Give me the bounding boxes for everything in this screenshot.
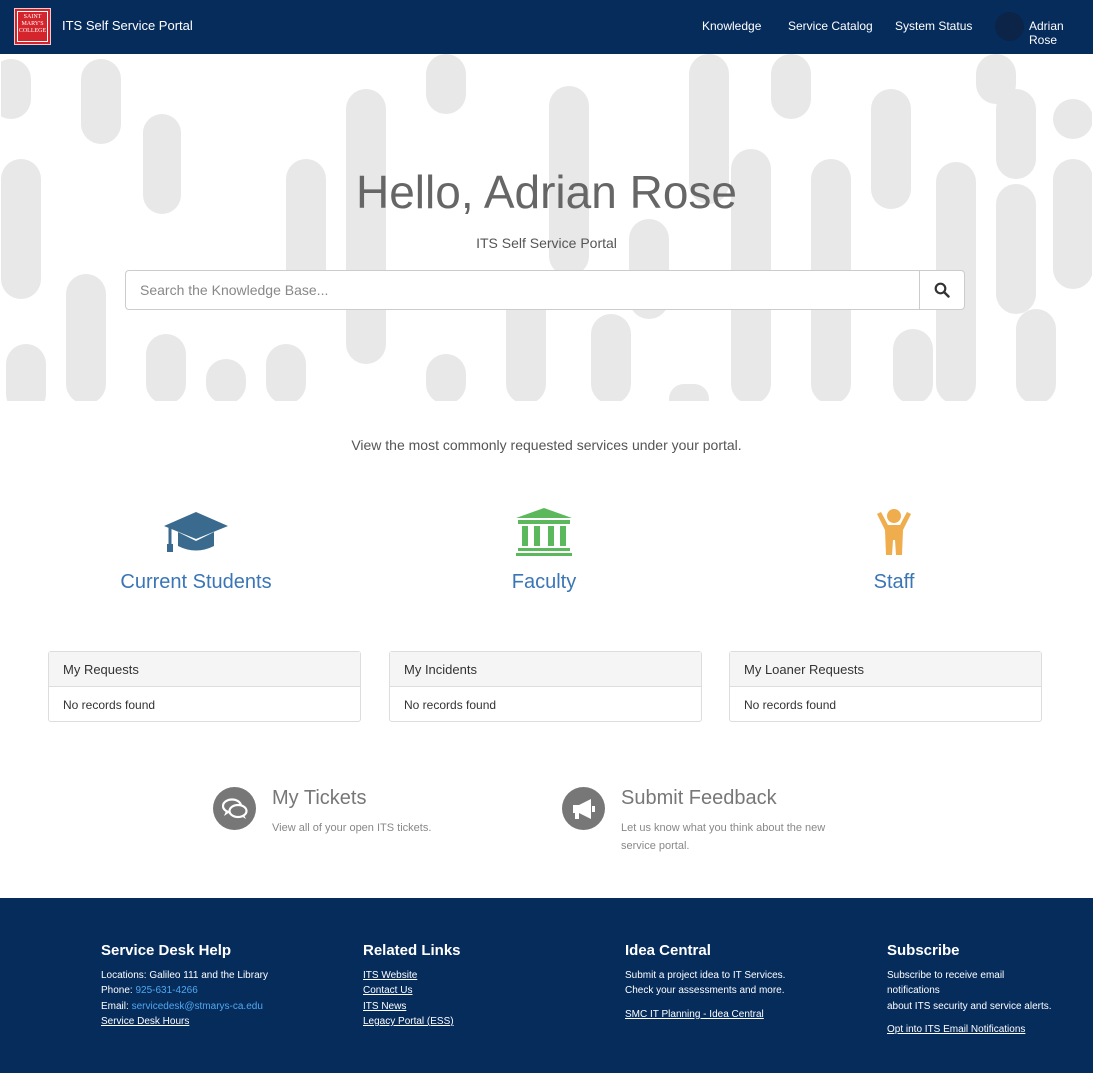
my-incidents-widget: My Incidents No records found <box>389 651 702 722</box>
category-label[interactable]: Staff <box>744 571 1044 594</box>
logo-line-1: SAINT <box>23 14 42 20</box>
widget-title: My Incidents <box>390 652 701 687</box>
category-current-students[interactable]: Current Students <box>46 508 346 594</box>
person-icon <box>877 509 911 555</box>
email-link[interactable]: servicedesk@stmarys-ca.edu <box>132 1001 263 1012</box>
footer-phone-row: Phone: 925-631-4266 <box>101 983 268 999</box>
search-button[interactable] <box>919 271 964 309</box>
nav-knowledge[interactable]: Knowledge <box>702 19 761 33</box>
footer-heading: Subscribe <box>887 942 960 959</box>
idea-central-link[interactable]: SMC IT Planning - Idea Central <box>625 1009 764 1020</box>
widget-title: My Requests <box>49 652 360 687</box>
my-loaner-requests-widget: My Loaner Requests No records found <box>729 651 1042 722</box>
submit-feedback-icon-circle <box>562 787 605 830</box>
my-requests-widget: My Requests No records found <box>48 651 361 722</box>
footer-related-links: Related Links ITS Website Contact Us ITS… <box>363 943 461 1030</box>
megaphone-icon <box>572 798 595 819</box>
nav-system-status[interactable]: System Status <box>895 19 972 33</box>
footer-link-legacy-portal[interactable]: Legacy Portal (ESS) <box>363 1016 454 1027</box>
graduation-cap-icon <box>164 512 228 552</box>
category-faculty[interactable]: Faculty <box>394 508 694 594</box>
logo-line-2: MARY'S <box>21 21 44 27</box>
my-tickets-link[interactable]: My Tickets View all of your open ITS tic… <box>213 787 513 847</box>
footer-heading: Related Links <box>363 942 461 959</box>
search-icon <box>934 282 950 298</box>
widget-empty-message: No records found <box>744 698 837 712</box>
hero-greeting: Hello, Adrian Rose <box>356 166 737 218</box>
service-desk-hours-link[interactable]: Service Desk Hours <box>101 1016 189 1027</box>
footer-email-row: Email: servicedesk@stmarys-ca.edu <box>101 999 268 1015</box>
footer-text: about ITS security and service alerts. <box>887 1000 1052 1012</box>
action-title[interactable]: Submit Feedback <box>621 787 777 810</box>
hero-subtitle: ITS Self Service Portal <box>476 235 617 251</box>
search-input[interactable] <box>126 271 949 309</box>
services-intro-text: View the most commonly requested service… <box>351 437 742 453</box>
nav-service-catalog[interactable]: Service Catalog <box>788 19 873 33</box>
footer-idea-central: Idea Central Submit a project idea to IT… <box>625 943 785 1022</box>
hero-banner <box>1 54 1092 401</box>
college-logo[interactable]: SAINT MARY'S COLLEGE <box>14 8 51 45</box>
footer-link-contact-us[interactable]: Contact Us <box>363 985 412 996</box>
action-description: Let us know what you think about the new… <box>621 822 826 852</box>
footer-text: Check your assessments and more. <box>625 985 785 996</box>
site-footer: Service Desk Help Locations: Galileo 111… <box>0 898 1093 1073</box>
footer-heading: Idea Central <box>625 942 711 959</box>
footer-subscribe: Subscribe Subscribe to receive email not… <box>887 943 1052 1038</box>
widget-empty-message: No records found <box>404 698 497 712</box>
portal-brand-link[interactable]: ITS Self Service Portal <box>62 18 193 33</box>
my-tickets-icon-circle <box>213 787 256 830</box>
footer-locations: Locations: Galileo 111 and the Library <box>101 969 268 981</box>
logo-line-3: COLLEGE <box>18 28 47 34</box>
footer-text: notifications <box>887 985 940 996</box>
category-label[interactable]: Faculty <box>394 571 694 594</box>
logo-emblem: SAINT MARY'S COLLEGE <box>17 11 48 42</box>
nav-user-name[interactable]: Adrian Rose <box>1029 19 1093 47</box>
chat-bubbles-icon <box>221 797 248 819</box>
action-title[interactable]: My Tickets <box>272 787 366 810</box>
user-avatar[interactable] <box>995 12 1024 41</box>
category-label[interactable]: Current Students <box>46 571 346 594</box>
footer-service-desk-help: Service Desk Help Locations: Galileo 111… <box>101 943 268 1030</box>
category-staff[interactable]: Staff <box>744 508 1044 594</box>
phone-link[interactable]: 925-631-4266 <box>135 985 197 996</box>
footer-link-its-website[interactable]: ITS Website <box>363 970 417 981</box>
email-label: Email: <box>101 1000 129 1012</box>
action-description: View all of your open ITS tickets. <box>272 822 432 834</box>
footer-link-its-news[interactable]: ITS News <box>363 1001 406 1012</box>
widget-title: My Loaner Requests <box>730 652 1041 687</box>
footer-heading: Service Desk Help <box>101 942 232 959</box>
widget-empty-message: No records found <box>63 698 156 712</box>
knowledge-search-bar <box>125 270 965 310</box>
institution-icon <box>516 508 572 556</box>
phone-label: Phone: <box>101 985 133 996</box>
footer-text: Subscribe to receive email <box>887 969 1005 981</box>
email-notifications-link[interactable]: Opt into ITS Email Notifications <box>887 1024 1025 1035</box>
submit-feedback-link[interactable]: Submit Feedback Let us know what you thi… <box>562 787 862 857</box>
top-navbar: SAINT MARY'S COLLEGE ITS Self Service Po… <box>0 0 1093 54</box>
footer-text: Submit a project idea to IT Services. <box>625 969 786 981</box>
